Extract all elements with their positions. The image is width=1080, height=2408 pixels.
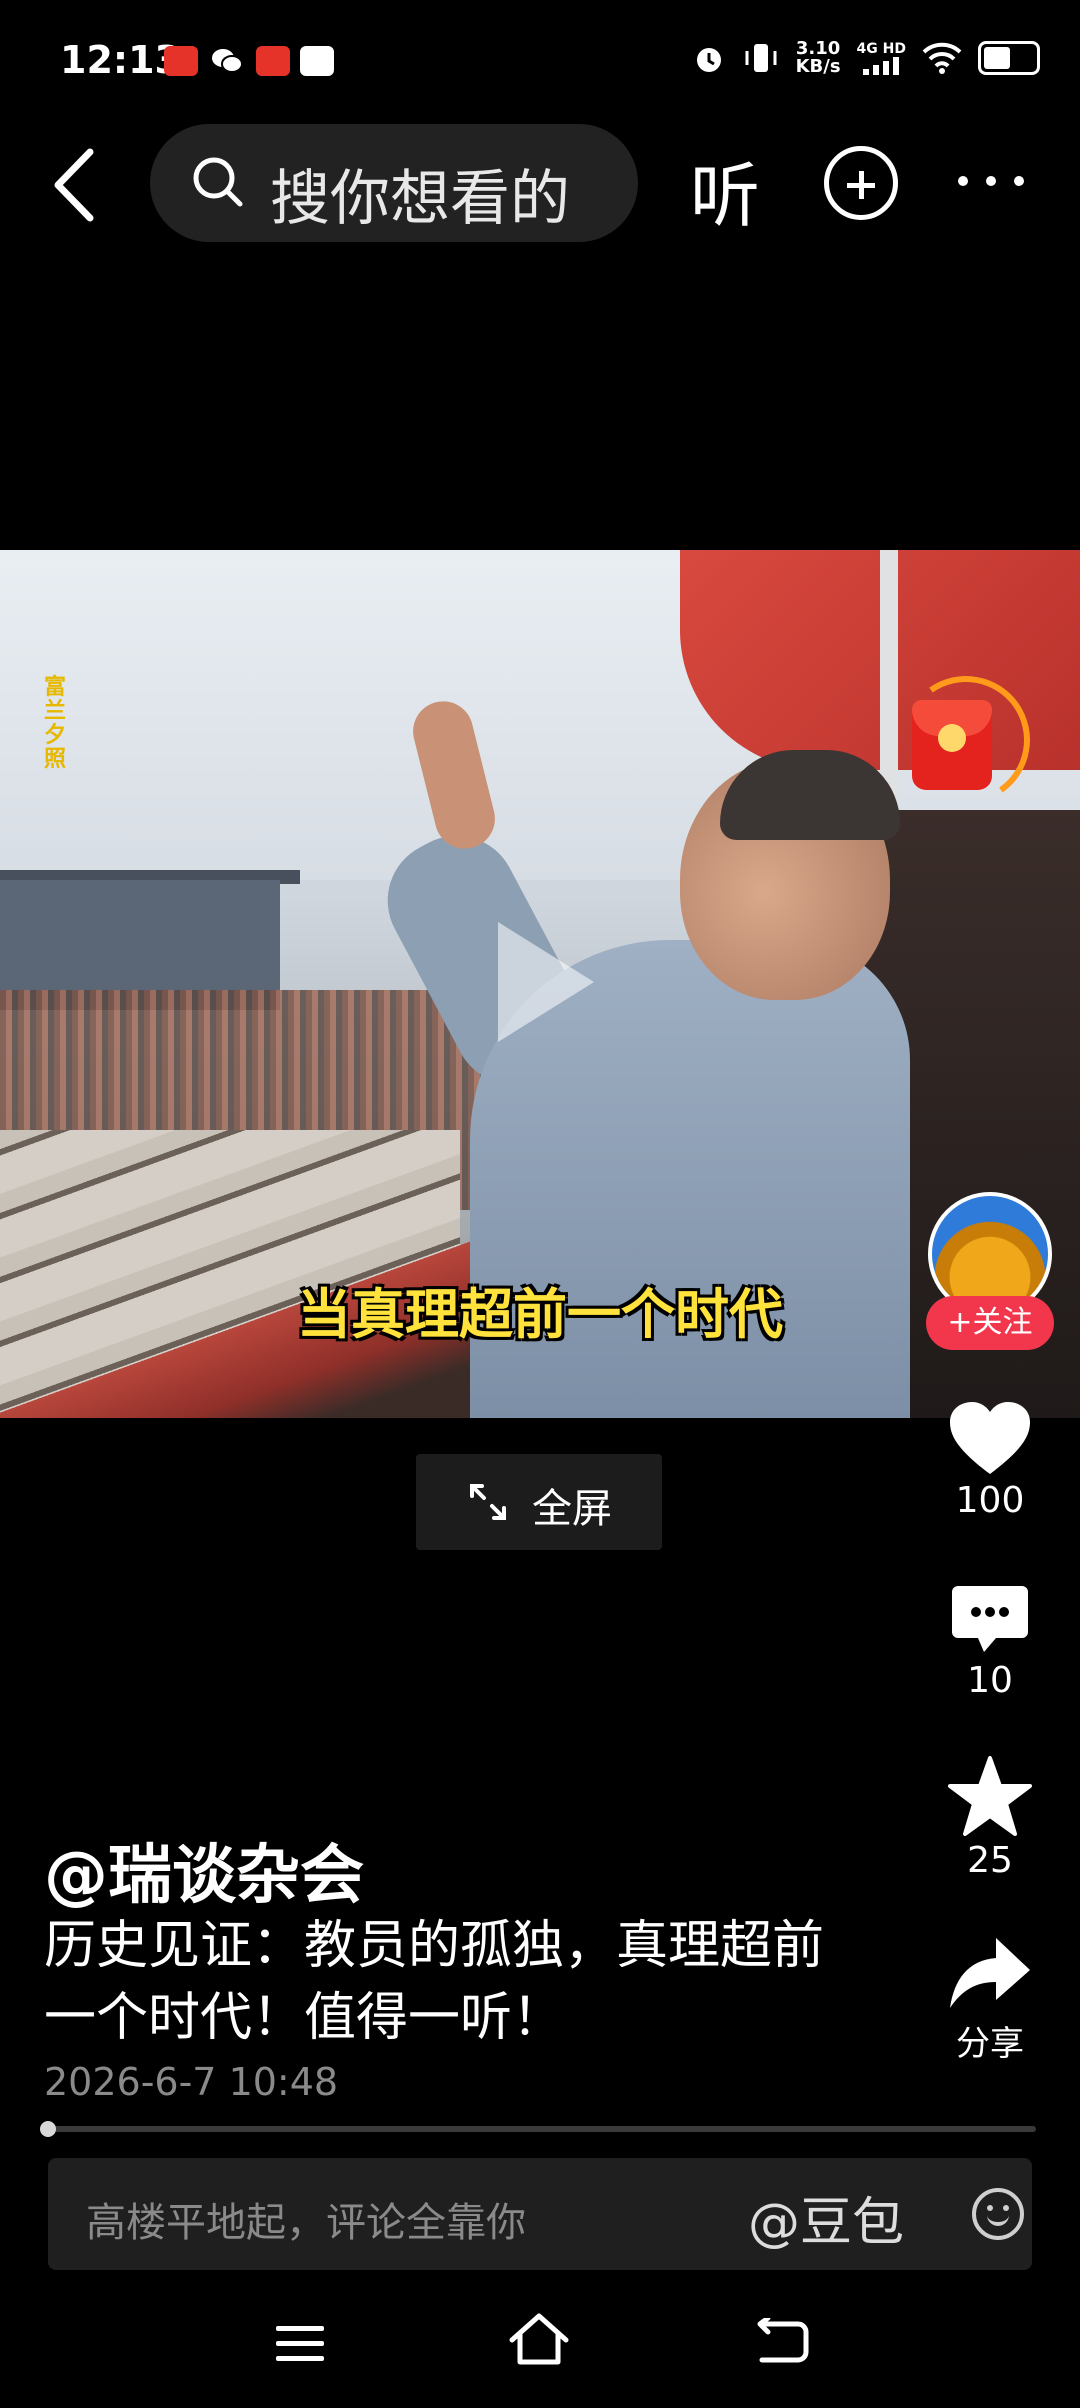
home-icon[interactable]	[508, 2312, 570, 2368]
signal-indicator: 4G HD	[857, 41, 906, 75]
alarm-icon	[696, 48, 721, 72]
share-label: 分享	[956, 2024, 1024, 2064]
wechat-icon	[210, 46, 244, 76]
red-packet-button[interactable]	[891, 665, 1041, 815]
toutiao-app-icon	[164, 46, 198, 76]
share-icon	[950, 1938, 1030, 2008]
wifi-icon	[922, 42, 962, 74]
like-button[interactable]: 100	[920, 1400, 1060, 1521]
author-name[interactable]: @瑞谈杂会	[44, 1824, 364, 1916]
play-icon[interactable]	[498, 922, 594, 1042]
progress-handle[interactable]	[40, 2121, 56, 2137]
comment-count: 10	[967, 1660, 1013, 1701]
add-button[interactable]	[824, 146, 898, 220]
status-time: 12:13	[60, 38, 181, 82]
douyin-app-icon	[256, 46, 290, 76]
status-right: 3.10 KB/s 4G HD	[692, 40, 1040, 76]
chevron-left-icon	[54, 148, 94, 222]
fullscreen-label: 全屏	[532, 1486, 612, 1532]
video-watermark: 富兰夕照	[44, 675, 67, 772]
share-button[interactable]: 分享	[920, 1936, 1060, 2065]
comment-icon	[952, 1586, 1028, 1652]
net-speed: 3.10 KB/s	[795, 38, 841, 77]
search-box[interactable]: 搜你想看的	[150, 124, 638, 242]
post-date: 2026-6-7 10:48	[44, 2060, 339, 2104]
heart-icon	[950, 1402, 1030, 1474]
comment-input[interactable]: 高楼平地起，评论全靠你 @豆包	[48, 2158, 1032, 2270]
mention-button[interactable]: @豆包	[748, 2180, 904, 2255]
follow-button[interactable]: +关注	[926, 1296, 1054, 1350]
listen-button[interactable]: 听	[690, 140, 760, 241]
more-button[interactable]	[958, 166, 1024, 196]
favorite-button[interactable]: 25	[920, 1756, 1060, 1881]
star-icon	[948, 1756, 1032, 1836]
like-count: 100	[955, 1480, 1025, 1521]
signal-icon	[863, 57, 900, 75]
status-bar: 12:13 3.10 KB/s 4G HD	[0, 0, 1080, 120]
video-progress-bar[interactable]	[44, 2126, 1036, 2132]
favorite-count: 25	[967, 1840, 1013, 1881]
post-caption: 历史见证：教员的孤独，真理超前一个时代！值得一听！	[44, 1916, 825, 2048]
video-subtitle: 当真理超前一个时代	[297, 1283, 783, 1346]
fullscreen-button[interactable]: 全屏	[416, 1454, 662, 1550]
emoji-icon[interactable]	[972, 2188, 1024, 2240]
comment-placeholder: 高楼平地起，评论全靠你	[86, 2200, 526, 2246]
message-icon	[300, 46, 334, 76]
vibrate-icon	[745, 44, 777, 72]
expand-icon	[470, 1484, 506, 1520]
back-button[interactable]	[46, 140, 106, 230]
search-icon	[193, 157, 243, 207]
battery-icon	[978, 41, 1040, 75]
comment-button[interactable]: 10	[920, 1584, 1060, 1701]
nav-menu-button[interactable]	[276, 2326, 324, 2362]
nav-back-icon[interactable]	[754, 2318, 810, 2366]
search-placeholder: 搜你想看的	[270, 164, 570, 234]
